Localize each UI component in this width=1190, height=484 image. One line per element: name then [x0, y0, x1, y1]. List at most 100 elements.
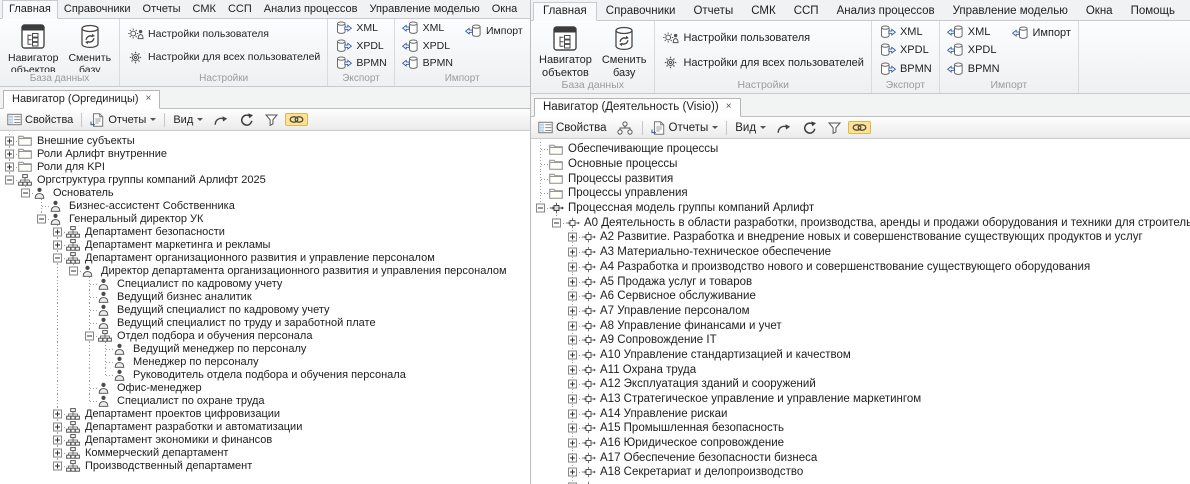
ribbon-tab[interactable]: Главная [533, 2, 597, 21]
expand-expander[interactable] [53, 448, 62, 457]
import-xml-button[interactable]: XML [945, 24, 1002, 40]
tree-item[interactable]: Директор департамента организационного р… [0, 264, 530, 277]
tree-item[interactable]: Бизнес-ассистент Собственника [0, 199, 530, 212]
collapse-expander[interactable] [5, 175, 14, 184]
tree-item[interactable]: Департамент безопасности [0, 225, 530, 238]
tree-item[interactable]: A2 Развитие. Разработка и внедрение новы… [531, 230, 1190, 245]
tree-item[interactable]: Коммерческий департамент [0, 446, 530, 459]
tree-item[interactable]: Офис-менеджер [0, 381, 530, 394]
tree-item[interactable]: Отдел подбора и обучения персонала [0, 329, 530, 342]
tree-item[interactable] [531, 480, 1190, 484]
ribbon-tab[interactable]: Анализ процессов [828, 3, 944, 20]
export-xml-button[interactable]: XML [877, 24, 925, 40]
tree-item[interactable]: Департамент разработки и автоматизации [0, 420, 530, 433]
ribbon-tab[interactable]: ССП [222, 1, 258, 18]
ribbon-tab[interactable]: СМК [187, 1, 222, 18]
collapse-expander[interactable] [536, 204, 545, 213]
ribbon-tab[interactable]: Справочники [597, 3, 685, 20]
export-xpdl-button[interactable]: XPDL [877, 42, 931, 58]
ribbon-tab[interactable]: Окна [1077, 3, 1122, 20]
all-users-settings-button[interactable]: Настройки для всех пользователей [125, 49, 322, 66]
tree-item[interactable]: A9 Сопровождение IT [531, 333, 1190, 348]
filter-button[interactable] [824, 120, 845, 136]
import-xpdl-button[interactable]: XPDL [945, 42, 1002, 58]
export-bpmn-button[interactable]: BPMN [333, 55, 388, 71]
expand-expander[interactable] [5, 136, 14, 145]
user-settings-button[interactable]: Настройки пользователя [125, 25, 271, 42]
expand-expander[interactable] [5, 162, 14, 171]
expand-expander[interactable] [568, 350, 577, 359]
tree-item[interactable]: Департамент маркетинга и рекламы [0, 238, 530, 251]
import-xpdl-button[interactable]: XPDL [400, 38, 455, 54]
tree-item[interactable]: Ведущий бизнес аналитик [0, 290, 530, 303]
collapse-expander[interactable] [85, 331, 94, 340]
reports-button[interactable]: Отчеты [87, 112, 159, 128]
tree-item[interactable]: Оргструктура группы компаний Арлифт 2025 [0, 173, 530, 186]
ribbon-tab[interactable]: Главная [2, 0, 58, 19]
document-tab[interactable]: Навигатор (Деятельность (Visio))× [534, 98, 741, 117]
expand-expander[interactable] [568, 453, 577, 462]
reports-button[interactable]: Отчеты [648, 120, 722, 136]
import-bpmn-button[interactable]: BPMN [945, 61, 1002, 77]
expand-expander[interactable] [568, 321, 577, 330]
expand-expander[interactable] [568, 292, 577, 301]
tree-item[interactable]: Процессная модель группы компаний Арлифт [531, 201, 1190, 216]
tree-item[interactable]: A0 Деятельность в области разработки, пр… [531, 215, 1190, 230]
import-bpmn-button[interactable]: BPMN [400, 55, 455, 71]
tree-item[interactable]: Департамент проектов цифровизации [0, 407, 530, 420]
tree-item[interactable]: Департамент экономики и финансов [0, 433, 530, 446]
collapse-expander[interactable] [37, 214, 46, 223]
ribbon-tab[interactable]: Отчеты [684, 3, 742, 20]
expand-expander[interactable] [53, 422, 62, 431]
ribbon-tab[interactable]: Управление моделью [364, 1, 486, 18]
close-icon[interactable]: × [726, 102, 732, 112]
refresh-button[interactable] [799, 119, 821, 136]
filter-button[interactable] [261, 112, 282, 128]
expand-expander[interactable] [568, 365, 577, 374]
ribbon-tab[interactable]: Управление моделью [944, 3, 1077, 20]
tree-item[interactable]: Производственный департамент [0, 459, 530, 472]
ribbon-tab[interactable]: СМК [742, 3, 784, 20]
ribbon-tab[interactable]: Окна [486, 1, 524, 18]
expand-expander[interactable] [568, 306, 577, 315]
tree-item[interactable]: A7 Управление персоналом [531, 304, 1190, 319]
ribbon-tab[interactable]: Справочники [58, 1, 137, 18]
tree-item[interactable]: Процессы управления [531, 186, 1190, 201]
hierarchy-button[interactable] [613, 119, 637, 137]
tree-item[interactable]: A8 Управление финансами и учет [531, 318, 1190, 333]
collapse-expander[interactable] [21, 188, 30, 197]
tree-item[interactable]: Менеджер по персоналу [0, 355, 530, 368]
tree-item[interactable]: A4 Разработка и производство нового и со… [531, 260, 1190, 275]
expand-expander[interactable] [568, 380, 577, 389]
export-bpmn-button[interactable]: BPMN [877, 61, 934, 77]
tree-item[interactable]: A15 Промышленная безопасность [531, 421, 1190, 436]
refresh-button[interactable] [236, 111, 258, 128]
ribbon-tab[interactable]: Анализ процессов [258, 1, 364, 18]
expand-expander[interactable] [568, 409, 577, 418]
tree-item[interactable]: Ведущий менеджер по персоналу [0, 342, 530, 355]
navigate-button[interactable] [772, 120, 796, 136]
properties-button[interactable]: Свойства [4, 112, 76, 127]
tree-item[interactable]: A16 Юридическое сопровождение [531, 436, 1190, 451]
tree-item[interactable]: Специалист по охране труда [0, 394, 530, 407]
expand-expander[interactable] [53, 435, 62, 444]
expand-expander[interactable] [568, 262, 577, 271]
all-users-settings-button[interactable]: Настройки для всех пользователей [660, 54, 865, 71]
tree-item[interactable]: Внешние субъекты [0, 134, 530, 147]
change-database-button[interactable]: Сменитьбазу [63, 21, 116, 72]
import-button[interactable]: Импорт [463, 23, 525, 39]
tree-item[interactable]: Процессы развития [531, 171, 1190, 186]
view-button[interactable]: Вид [170, 113, 206, 127]
collapse-expander[interactable] [53, 253, 62, 262]
properties-button[interactable]: Свойства [535, 120, 610, 135]
tree-item[interactable]: A6 Сервисное обслуживание [531, 289, 1190, 304]
tree-item[interactable]: Генеральный директор УК [0, 212, 530, 225]
view-button[interactable]: Вид [732, 121, 769, 135]
expand-expander[interactable] [568, 424, 577, 433]
export-xml-button[interactable]: XML [333, 20, 380, 36]
close-icon[interactable]: × [146, 94, 152, 104]
user-settings-button[interactable]: Настройки пользователя [660, 29, 812, 46]
tree-item[interactable]: Ведущий специалист по труду и заработной… [0, 316, 530, 329]
ribbon-tab[interactable]: Помощь [523, 1, 530, 18]
tree-item[interactable]: Ведущий специалист по кадровому учету [0, 303, 530, 316]
